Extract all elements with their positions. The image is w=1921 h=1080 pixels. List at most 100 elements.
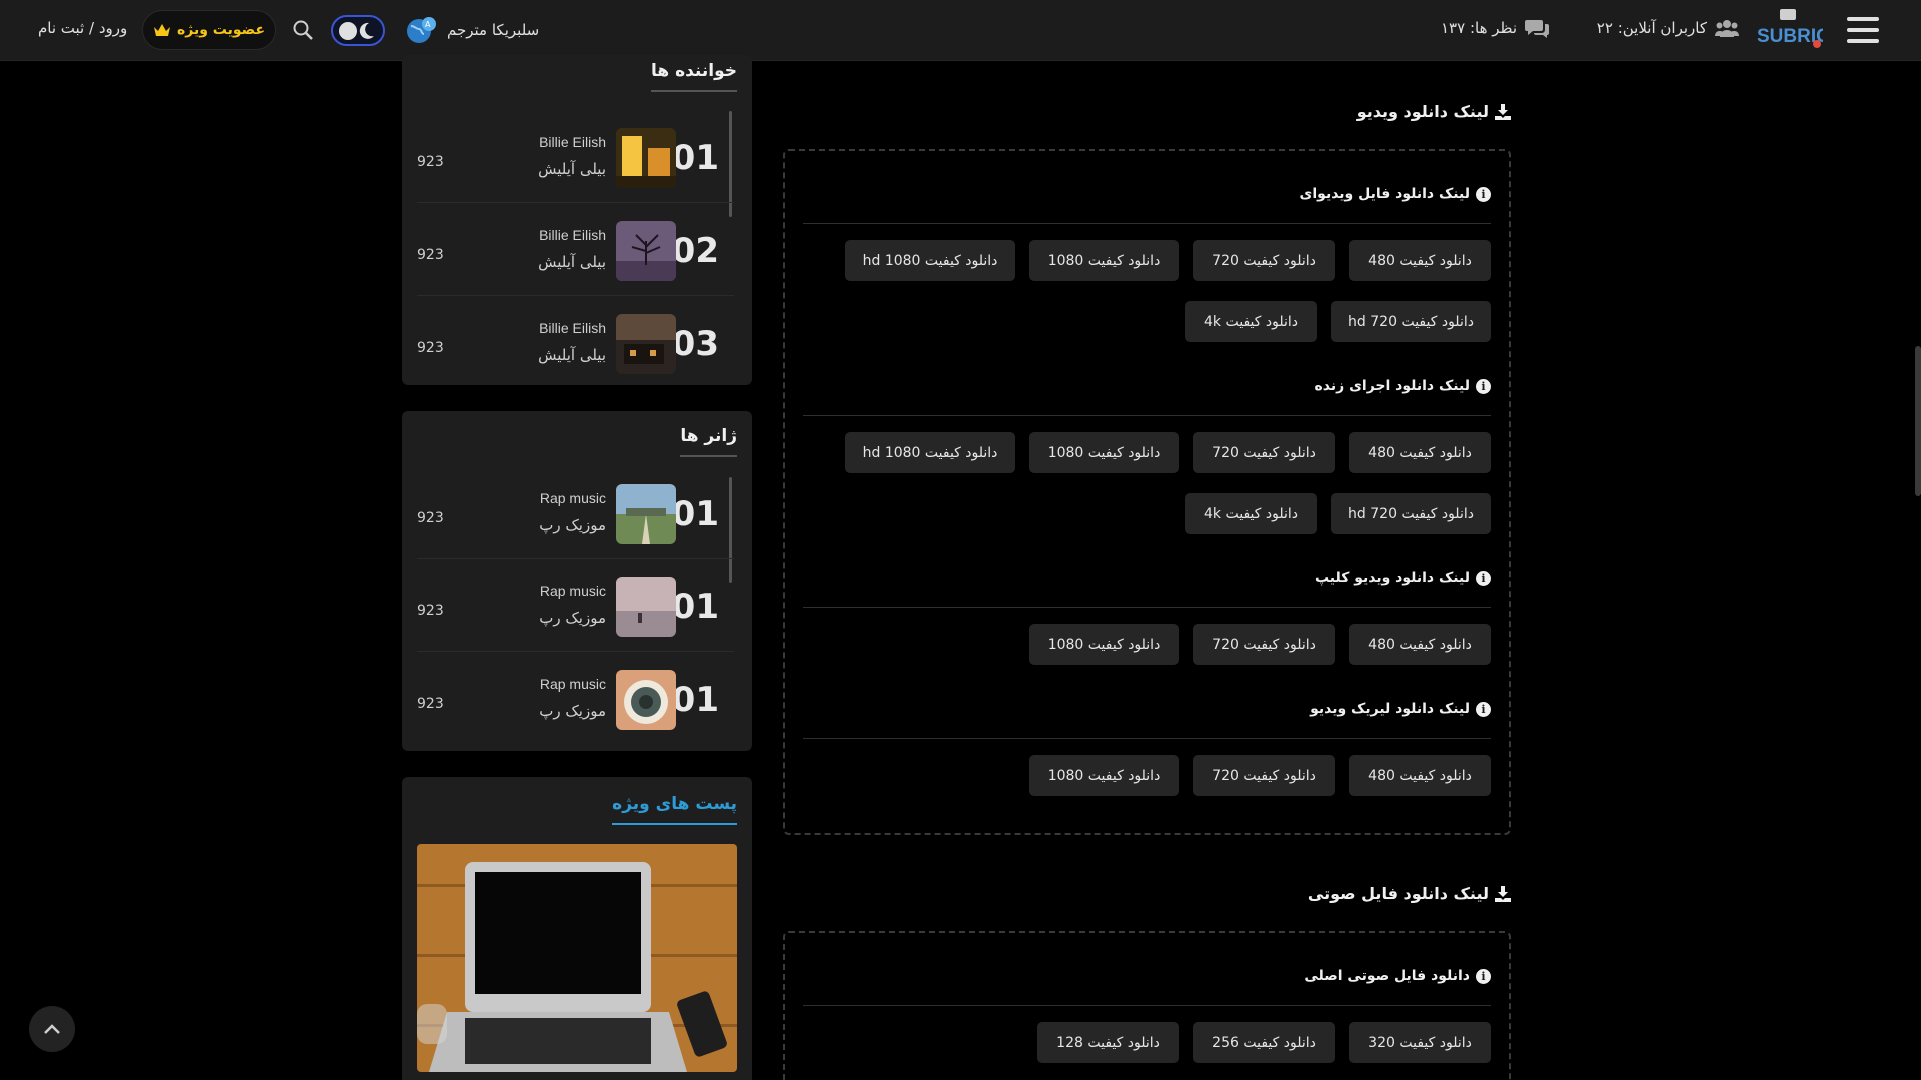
genre-thumbnail	[616, 670, 676, 730]
comments-stat: نظر ها: ۱۳۷	[1441, 18, 1549, 38]
audio-download-title-text: لینک دانلود فایل صوتی	[1307, 884, 1489, 903]
singers-title: خواننده ها	[650, 61, 737, 92]
toggle-knob	[339, 22, 357, 40]
info-icon[interactable]: i	[1476, 570, 1491, 586]
comments-icon	[1525, 20, 1549, 38]
download-480-button[interactable]: دانلود کیفیت 480	[1349, 240, 1491, 281]
info-icon[interactable]: i	[1476, 378, 1491, 394]
download-1080-button[interactable]: دانلود کیفیت 1080	[1029, 755, 1179, 796]
genre-name-en: Rap music	[539, 676, 606, 692]
video-download-title: لینک دانلود ویدیو	[1357, 102, 1511, 121]
download-4k-button[interactable]: دانلود کیفیت 4k	[1185, 301, 1317, 342]
rank-number: 03	[671, 324, 719, 364]
online-users-stat: کاربران آنلاین: ۲۲	[1597, 18, 1739, 38]
moon-icon	[359, 22, 374, 39]
download-720-button[interactable]: دانلود کیفیت 720	[1193, 755, 1335, 796]
list-item[interactable]: 01 Rap music موزیک رپ 923	[417, 652, 734, 745]
list-item[interactable]: 01 Rap music موزیک رپ 923	[417, 466, 734, 559]
download-1080hd-button[interactable]: دانلود کیفیت 1080 hd	[845, 432, 1015, 473]
download-4k-button[interactable]: دانلود کیفیت 4k	[1185, 493, 1317, 534]
info-icon[interactable]: i	[1476, 186, 1491, 202]
top-header: SUBRICA کاربران آنلاین: ۲۲ نظر ها: ۱۳۷ A…	[0, 0, 1921, 61]
online-users-label: کاربران آنلاین: ۲۲	[1596, 19, 1707, 37]
download-256-button[interactable]: دانلود کیفیت 256	[1193, 1022, 1335, 1063]
download-320-button[interactable]: دانلود کیفیت 320	[1349, 1022, 1491, 1063]
group-title-text: لینک دانلود لیریک ویدیو	[1310, 701, 1470, 717]
singers-widget: خواننده ها 01 Billie Eilish بیلی آیلیش 9…	[402, 55, 752, 385]
genres-widget: ژانر ها 01 Rap music موزیک رپ 923 01 Rap…	[402, 411, 752, 751]
rank-number: 02	[671, 231, 719, 271]
download-720-button[interactable]: دانلود کیفیت 720	[1193, 432, 1335, 473]
info-icon[interactable]: i	[1476, 701, 1491, 717]
group-divider	[803, 223, 1491, 224]
artist-thumbnail	[616, 314, 676, 374]
group-title-text: دانلود فایل صوتی اصلی	[1304, 968, 1470, 984]
list-item[interactable]: 03 Billie Eilish بیلی آیلیش 923	[417, 296, 734, 389]
chevron-up-icon	[44, 1024, 60, 1034]
featured-post-image[interactable]	[417, 844, 737, 1072]
page-scrollbar[interactable]	[1915, 346, 1921, 496]
search-icon[interactable]	[292, 19, 314, 41]
list-item[interactable]: 01 Billie Eilish بیلی آیلیش 923	[417, 110, 734, 203]
artist-thumbnail	[616, 128, 676, 188]
download-1080-button[interactable]: دانلود کیفیت 1080	[1029, 240, 1179, 281]
item-count: 923	[417, 696, 444, 712]
genres-title: ژانر ها	[680, 426, 737, 457]
item-count: 923	[417, 154, 444, 170]
artist-name-en: Billie Eilish	[539, 227, 606, 243]
group-title-text: لینک دانلود فایل ویدیوای	[1299, 186, 1470, 202]
download-480-button[interactable]: دانلود کیفیت 480	[1349, 432, 1491, 473]
globe-icon: A	[407, 17, 436, 43]
download-720-button[interactable]: دانلود کیفیت 720	[1193, 624, 1335, 665]
artist-thumbnail	[616, 221, 676, 281]
genre-thumbnail	[616, 484, 676, 544]
video-download-title-text: لینک دانلود ویدیو	[1356, 102, 1489, 121]
download-720hd-button[interactable]: دانلود کیفیت 720 hd	[1331, 493, 1491, 534]
genre-name-en: Rap music	[539, 490, 606, 506]
download-1080-button[interactable]: دانلود کیفیت 1080	[1029, 432, 1179, 473]
group-divider	[803, 738, 1491, 739]
group-title: i دانلود فایل صوتی اصلی	[1304, 968, 1491, 984]
download-1080hd-button[interactable]: دانلود کیفیت 1080 hd	[845, 240, 1015, 281]
download-icon	[1495, 103, 1511, 120]
artist-name-fa: بیلی آیلیش	[538, 346, 606, 364]
rank-number: 01	[671, 138, 719, 178]
download-icon	[1495, 885, 1511, 902]
vip-membership-button[interactable]: عضویت ویژه	[142, 10, 276, 50]
rank-number: 01	[671, 680, 719, 720]
download-480-button[interactable]: دانلود کیفیت 480	[1349, 755, 1491, 796]
artist-name-en: Billie Eilish	[539, 320, 606, 336]
download-720-button[interactable]: دانلود کیفیت 720	[1193, 240, 1335, 281]
translator-brand[interactable]: A سلبریکا مترجم	[405, 16, 539, 44]
artist-name-en: Billie Eilish	[539, 134, 606, 150]
comments-label: نظر ها: ۱۳۷	[1441, 19, 1517, 37]
svg-text:A: A	[425, 20, 431, 29]
translator-label: سلبریکا مترجم	[447, 21, 540, 39]
theme-toggle[interactable]	[331, 15, 385, 46]
users-icon	[1715, 20, 1739, 37]
scroll-to-top-button[interactable]	[29, 1006, 75, 1052]
login-register-link[interactable]: ورود / ثبت نام	[38, 19, 127, 37]
item-count: 923	[417, 510, 444, 526]
item-count: 923	[417, 340, 444, 356]
list-item[interactable]: 01 Rap music موزیک رپ 923	[417, 559, 734, 652]
info-icon[interactable]: i	[1476, 968, 1491, 984]
group-divider	[803, 415, 1491, 416]
group-divider	[803, 1005, 1491, 1006]
group-title: i لینک دانلود ویدیو کلیپ	[1315, 570, 1491, 586]
group-title-text: لینک دانلود ویدیو کلیپ	[1314, 570, 1470, 586]
menu-icon[interactable]	[1847, 17, 1879, 43]
genre-name-fa: موزیک رپ	[539, 702, 606, 720]
download-720hd-button[interactable]: دانلود کیفیت 720 hd	[1331, 301, 1491, 342]
genre-name-fa: موزیک رپ	[539, 609, 606, 627]
download-128-button[interactable]: دانلود کیفیت 128	[1037, 1022, 1179, 1063]
list-item[interactable]: 02 Billie Eilish بیلی آیلیش 923	[417, 203, 734, 296]
artist-name-fa: بیلی آیلیش	[538, 253, 606, 271]
genre-name-fa: موزیک رپ	[539, 516, 606, 534]
group-title-text: لینک دانلود اجرای زنده	[1314, 378, 1470, 394]
site-logo[interactable]: SUBRICA	[1757, 8, 1823, 52]
download-1080-button[interactable]: دانلود کیفیت 1080	[1029, 624, 1179, 665]
download-480-button[interactable]: دانلود کیفیت 480	[1349, 624, 1491, 665]
item-count: 923	[417, 247, 444, 263]
crown-icon	[153, 24, 170, 36]
